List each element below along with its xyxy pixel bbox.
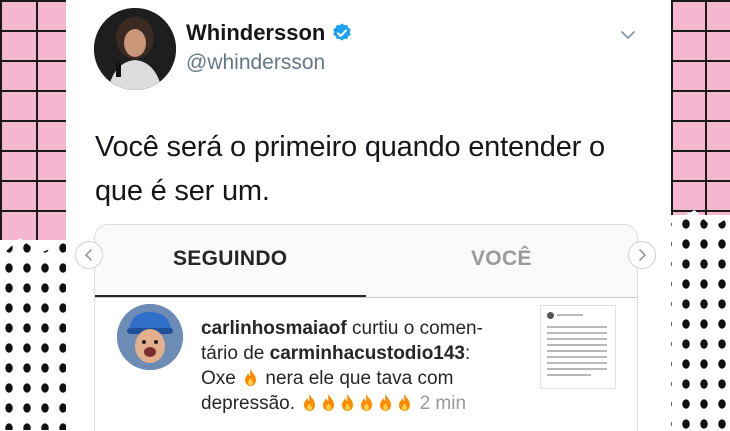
user-handle[interactable]: @whindersson: [186, 51, 325, 75]
thumbnail-line: [547, 374, 591, 376]
notification-action-1: curtiu o comen-: [346, 318, 483, 339]
fire-emoji-icon: [323, 394, 335, 411]
fire-emoji-icon: [304, 394, 316, 411]
fire-emoji-icon: [342, 394, 354, 411]
profile-avatar[interactable]: [94, 8, 176, 90]
comment-mid: nera ele que tava com: [260, 368, 454, 389]
thumbnail-line: [557, 314, 583, 316]
right-arrow-icon: [639, 249, 647, 261]
thumbnail-line: [547, 326, 607, 328]
previous-image-button[interactable]: [75, 241, 103, 269]
active-tab-indicator: [95, 295, 366, 297]
pink-brick-pattern: [671, 0, 730, 215]
fire-emoji-icon: [380, 394, 392, 411]
tab-you[interactable]: VOCÊ: [471, 247, 532, 271]
notification-avatar: [117, 304, 183, 370]
thumbnail-line: [547, 338, 607, 340]
author-name-row: Whindersson: [186, 20, 353, 46]
display-name[interactable]: Whindersson: [186, 20, 325, 46]
next-image-button[interactable]: [628, 241, 656, 269]
tweet-card: Whindersson @whindersson Você será o pri…: [66, 0, 671, 431]
left-decoration: [0, 0, 66, 430]
embedded-image: SEGUINDO VOCÊ carlinhosmaiaof curtiu o c…: [94, 224, 638, 431]
fire-emoji-icon: [361, 394, 373, 411]
chevron-down-icon[interactable]: [618, 25, 638, 45]
thumbnail-line: [547, 362, 607, 364]
notification-mention[interactable]: carminhacustodio143: [270, 343, 465, 364]
fire-emoji-icon: [399, 394, 411, 411]
thumbnail-line: [547, 332, 607, 334]
comment-start: Oxe: [201, 368, 242, 389]
thumbnail-line: [547, 350, 607, 352]
notification-text: carlinhosmaiaof curtiu o comen- tário de…: [201, 316, 531, 416]
notification-item: carlinhosmaiaof curtiu o comen- tário de…: [95, 298, 637, 431]
left-arrow-icon: [84, 249, 92, 261]
polka-dot-pattern: [0, 238, 66, 430]
polka-dot-pattern: [671, 210, 730, 430]
instagram-tabs: SEGUINDO VOCÊ: [95, 225, 637, 298]
thumbnail-avatar: [547, 312, 554, 319]
notification-action-2: tário de: [201, 343, 270, 364]
notification-colon: :: [465, 343, 471, 364]
pink-brick-pattern: [0, 0, 66, 240]
post-thumbnail[interactable]: [540, 305, 616, 389]
thumbnail-line: [547, 356, 607, 358]
tweet-text: Você será o primeiro quando entender o q…: [95, 131, 605, 207]
thumbnail-line: [547, 344, 607, 346]
tab-following[interactable]: SEGUINDO: [173, 247, 287, 271]
comment-end: depressão.: [201, 393, 301, 414]
notification-time: 2 min: [414, 393, 467, 414]
thumbnail-line: [547, 368, 607, 370]
verified-badge-icon: [333, 23, 352, 41]
right-decoration: [671, 0, 730, 430]
fire-emoji-icon: [245, 369, 257, 386]
notification-username[interactable]: carlinhosmaiaof: [201, 318, 347, 339]
